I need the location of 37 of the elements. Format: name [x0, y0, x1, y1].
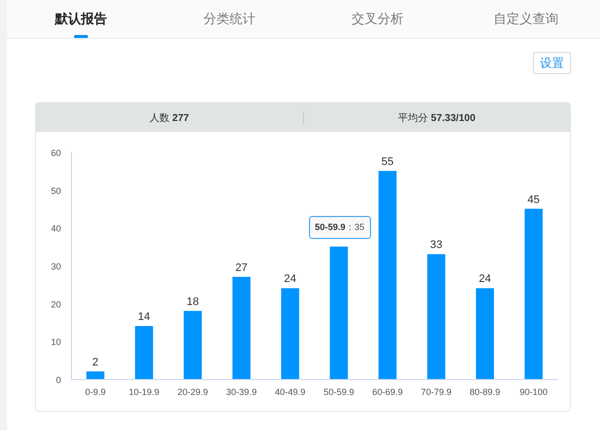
value-label: 45 — [528, 194, 540, 206]
y-tick-label: 30 — [50, 262, 61, 272]
tab[interactable]: 默认报告 — [7, 0, 156, 38]
value-label: 33 — [430, 239, 442, 252]
x-tick-label: 70-79.9 — [420, 387, 452, 397]
value-label: 14 — [138, 311, 150, 324]
y-tick-label: 20 — [50, 299, 61, 310]
x-tick-label: 60-69.9 — [372, 387, 403, 397]
x-tick-label: 20-29.9 — [177, 387, 208, 397]
y-tick-label: 0 — [56, 375, 61, 385]
y-tick-label: 40 — [50, 224, 61, 234]
value-label: 24 — [478, 273, 492, 286]
value-label: 27 — [235, 262, 248, 274]
bar — [184, 310, 202, 379]
tab[interactable]: 交叉分析 — [304, 0, 452, 38]
y-tick-label: 10 — [50, 337, 61, 348]
y-tick-label: 50 — [50, 186, 61, 196]
x-tick-label: 90-100 — [520, 387, 548, 397]
x-tick-label: 10-19.9 — [128, 387, 160, 397]
x-tick-label: 50-59.9 — [324, 387, 354, 397]
summary-stat: 平均分 57.33/100 — [398, 112, 476, 124]
settings-button[interactable]: 设置 — [533, 52, 571, 74]
x-tick-label: 0-9.9 — [85, 387, 106, 397]
x-tick-label: 80-89.9 — [470, 387, 500, 397]
y-tick-label: 60 — [50, 148, 61, 158]
tab[interactable]: 自定义查询 — [452, 0, 600, 38]
bar — [86, 371, 104, 379]
value-label: 18 — [186, 296, 199, 308]
bar — [135, 326, 154, 379]
x-tick-label: 30-39.9 — [226, 387, 257, 397]
tooltip: 50-59.9：35 — [308, 216, 371, 239]
summary-stat: 人数 277 — [150, 112, 189, 124]
value-label: 2 — [92, 356, 98, 368]
value-label: 55 — [381, 156, 394, 168]
value-label: 24 — [284, 273, 296, 286]
x-tick-label: 40-49.9 — [274, 387, 306, 397]
tab[interactable]: 分类统计 — [155, 0, 304, 38]
